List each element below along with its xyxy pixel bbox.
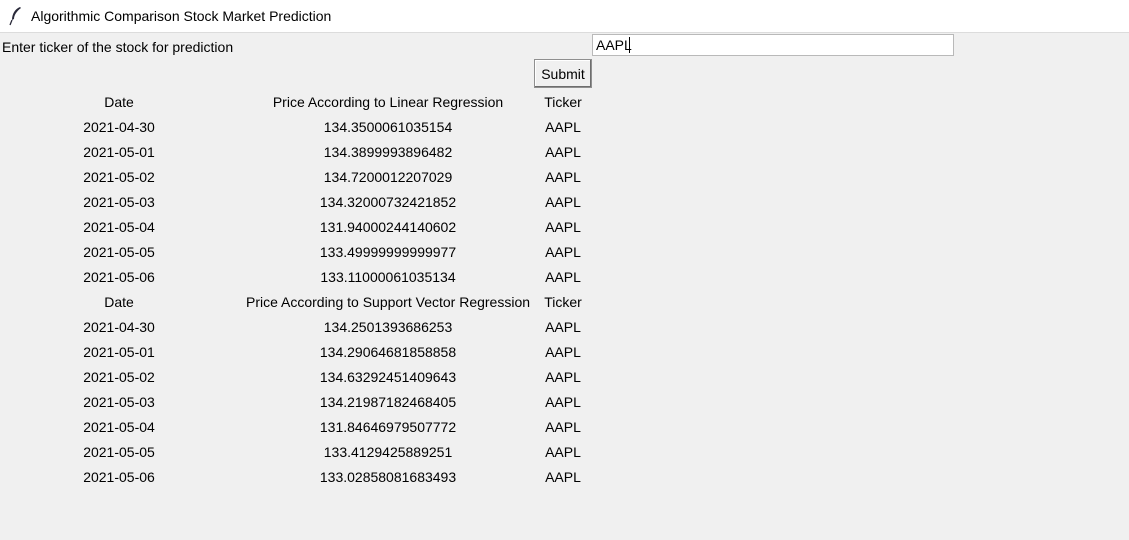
- text-caret: [629, 37, 630, 53]
- title-bar: Algorithmic Comparison Stock Market Pred…: [0, 0, 1129, 33]
- row-price: 131.84646979507772: [319, 419, 457, 435]
- row-date: 2021-04-30: [83, 319, 155, 335]
- row-date: 2021-05-02: [83, 169, 155, 185]
- row-price: 134.32000732421852: [319, 194, 457, 210]
- row-date: 2021-04-30: [83, 119, 155, 135]
- row-ticker: AAPL: [545, 419, 581, 435]
- row-price: 134.3899993896482: [323, 144, 453, 160]
- header-ticker: Ticker: [544, 94, 582, 110]
- submit-button[interactable]: Submit: [534, 59, 592, 88]
- window-title: Algorithmic Comparison Stock Market Pred…: [31, 8, 332, 24]
- row-ticker: AAPL: [545, 194, 581, 210]
- row-date: 2021-05-01: [83, 344, 155, 360]
- header-date: Date: [104, 294, 134, 310]
- header-price: Price According to Support Vector Regres…: [245, 294, 531, 310]
- row-price: 134.7200012207029: [323, 169, 453, 185]
- row-date: 2021-05-04: [83, 219, 155, 235]
- header-price: Price According to Linear Regression: [272, 94, 504, 110]
- row-date: 2021-05-04: [83, 419, 155, 435]
- row-price: 133.11000061035134: [320, 269, 456, 285]
- row-date: 2021-05-06: [83, 469, 155, 485]
- feather-icon: [9, 7, 21, 26]
- row-ticker: AAPL: [545, 469, 581, 485]
- row-ticker: AAPL: [545, 119, 581, 135]
- row-price: 134.63292451409643: [319, 369, 457, 385]
- row-ticker: AAPL: [545, 169, 581, 185]
- row-ticker: AAPL: [545, 244, 581, 260]
- row-date: 2021-05-03: [83, 194, 155, 210]
- row-ticker: AAPL: [545, 394, 581, 410]
- ticker-input[interactable]: [592, 34, 954, 56]
- row-date: 2021-05-05: [83, 444, 155, 460]
- header-ticker: Ticker: [544, 294, 582, 310]
- row-date: 2021-05-03: [83, 394, 155, 410]
- row-price: 134.29064681858858: [319, 344, 457, 360]
- row-price: 131.94000244140602: [319, 219, 457, 235]
- row-price: 134.3500061035154: [323, 119, 453, 135]
- row-date: 2021-05-01: [83, 144, 155, 160]
- row-date: 2021-05-02: [83, 369, 155, 385]
- row-date: 2021-05-06: [83, 269, 155, 285]
- ticker-prompt-label: Enter ticker of the stock for prediction: [2, 39, 234, 55]
- row-ticker: AAPL: [545, 444, 581, 460]
- row-ticker: AAPL: [545, 369, 581, 385]
- row-price: 133.02858081683493: [319, 469, 457, 485]
- row-ticker: AAPL: [545, 269, 581, 285]
- row-ticker: AAPL: [545, 144, 581, 160]
- row-price: 134.21987182468405: [319, 394, 457, 410]
- row-price: 133.4129425889251: [323, 444, 453, 460]
- row-ticker: AAPL: [545, 319, 581, 335]
- row-price: 133.49999999999977: [319, 244, 457, 260]
- row-ticker: AAPL: [545, 344, 581, 360]
- header-date: Date: [104, 94, 134, 110]
- row-date: 2021-05-05: [83, 244, 155, 260]
- row-ticker: AAPL: [545, 219, 581, 235]
- row-price: 134.2501393686253: [323, 319, 453, 335]
